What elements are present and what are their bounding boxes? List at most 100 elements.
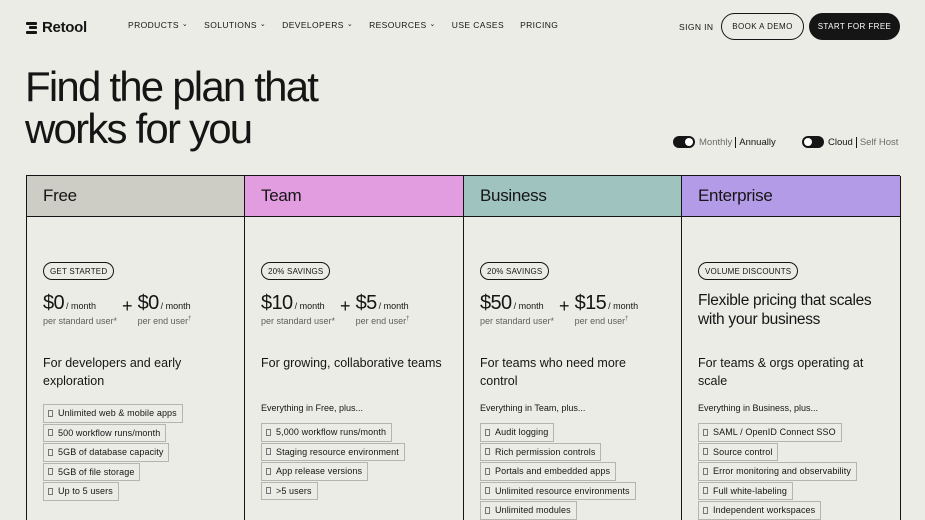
feature-icon (703, 448, 708, 456)
plan-description: For developers and early exploration (43, 356, 182, 388)
plan-name: Business (480, 186, 547, 205)
feature-text: 5,000 workflow runs/month (276, 427, 387, 438)
feature-text: Unlimited web & mobile apps (58, 408, 177, 419)
nav-pricing[interactable]: PRICING (520, 20, 558, 30)
feature-icon (266, 448, 271, 456)
plan-badge: GET STARTED (43, 262, 115, 280)
feature-icon (485, 467, 490, 475)
plan-enterprise: Enterprise VOLUME DISCOUNTS Flexible pri… (682, 176, 901, 520)
billing-annually-option[interactable]: Annually (739, 137, 775, 148)
plan-name: Free (43, 186, 77, 205)
price-unit: per end user† (138, 316, 192, 326)
plan-name: Enterprise (698, 186, 773, 205)
feature-list: Audit logging Rich permission controls P… (480, 423, 636, 520)
price-unit-text: per end user (355, 316, 407, 326)
start-free-button[interactable]: START FOR FREE (809, 13, 900, 40)
nav-developers-label: DEVELOPERS (282, 20, 344, 30)
nav-solutions[interactable]: SOLUTIONS ⌄ (204, 20, 266, 30)
feature-icon (703, 487, 708, 495)
nav-solutions-label: SOLUTIONS (204, 20, 257, 30)
feature-icon (485, 428, 490, 436)
feature-icon (266, 467, 271, 475)
plus-icon: + (559, 296, 570, 316)
price-unit: per standard user* (261, 316, 336, 326)
feature-text: Unlimited resource environments (495, 485, 630, 496)
price-standard: $0/ month per standard user* (43, 292, 117, 326)
price-standard: $10/ month per standard user* (261, 292, 335, 326)
hosting-toggle[interactable]: Cloud Self Host (802, 136, 898, 148)
feature-text: Full white-labeling (713, 485, 787, 496)
feature-text: SAML / OpenID Connect SSO (713, 427, 836, 438)
plan-includes: Everything in Team, plus... (480, 403, 586, 413)
billing-monthly-option[interactable]: Monthly (699, 137, 732, 148)
nav-developers[interactable]: DEVELOPERS ⌄ (282, 20, 353, 30)
feature-item: >5 users (261, 481, 318, 500)
retool-logo[interactable]: Retool (26, 19, 87, 36)
feature-item: Audit logging (480, 423, 555, 442)
book-demo-button[interactable]: BOOK A DEMO (721, 13, 804, 40)
hosting-cloud-option[interactable]: Cloud (828, 137, 853, 148)
feature-text: Portals and embedded apps (495, 466, 611, 477)
nav-use-cases[interactable]: USE CASES (452, 20, 504, 30)
sign-in-link[interactable]: SIGN IN (679, 22, 713, 32)
feature-text: Audit logging (495, 427, 549, 438)
price-amount: $50 (480, 292, 512, 314)
plan-free-header: Free (27, 176, 244, 217)
feature-item: Staging resource environment (261, 442, 405, 461)
feature-item: 5GB of database capacity (43, 443, 170, 462)
plan-badge: VOLUME DISCOUNTS (698, 262, 799, 280)
feature-text: Up to 5 users (58, 486, 113, 497)
main-nav: PRODUCTS ⌄ SOLUTIONS ⌄ DEVELOPERS ⌄ RESOURC… (128, 20, 558, 30)
feature-icon (48, 429, 53, 437)
hosting-self-host-option[interactable]: Self Host (860, 137, 899, 148)
feature-icon (485, 506, 490, 514)
feature-text: >5 users (276, 485, 312, 496)
price-amount: $0 (43, 292, 65, 314)
plan-business-header: Business (464, 176, 681, 217)
feature-icon (485, 487, 490, 495)
enterprise-headline: Flexible pricing that scales with your b… (698, 292, 872, 328)
price-unit-text: per end user (574, 316, 626, 326)
page-title: Find the plan that works for you (25, 66, 319, 150)
plan-business: Business 20% SAVINGS $50/ month per stan… (464, 176, 682, 520)
feature-text: 5GB of file storage (58, 466, 135, 477)
price-period: / month (378, 301, 409, 311)
footnote-mark: † (625, 316, 629, 322)
plan-free: Free GET STARTED $0/ month per standard … (27, 176, 245, 520)
price-standard: $50/ month per standard user* (480, 292, 554, 326)
price-period: / month (294, 301, 325, 311)
plan-includes: Everything in Free, plus... (261, 403, 364, 413)
price-unit-text: per end user (137, 316, 189, 326)
hosting-switch[interactable] (802, 136, 824, 148)
feature-text: Independent workspaces (713, 505, 816, 516)
retool-logo-icon (26, 21, 37, 34)
billing-toggle[interactable]: Monthly Annually (673, 136, 776, 148)
feature-icon (266, 487, 271, 495)
divider (735, 136, 737, 148)
feature-item: App release versions (261, 462, 369, 481)
nav-use-cases-label: USE CASES (451, 20, 505, 30)
plan-badge: 20% SAVINGS (261, 262, 331, 280)
billing-switch[interactable] (673, 136, 695, 148)
chevron-down-icon: ⌄ (181, 21, 189, 28)
feature-item: Unlimited web & mobile apps (43, 404, 183, 423)
nav-resources[interactable]: RESOURCES ⌄ (369, 20, 436, 30)
feature-text: Error monitoring and observability (713, 466, 851, 477)
plan-badge: 20% SAVINGS (480, 262, 550, 280)
feature-item: Portals and embedded apps (480, 462, 617, 481)
feature-item: Source control (698, 442, 779, 461)
feature-icon (48, 468, 53, 476)
plan-description: For teams who need more control (480, 356, 626, 388)
price-unit: per standard user* (43, 316, 118, 326)
chevron-down-icon: ⌄ (346, 21, 354, 28)
price-period: / month (608, 301, 639, 311)
feature-item: Independent workspaces (698, 501, 822, 520)
plan-description: For growing, collaborative teams (261, 356, 442, 370)
nav-products[interactable]: PRODUCTS ⌄ (128, 20, 188, 30)
feature-icon (48, 487, 53, 495)
plan-team: Team 20% SAVINGS $10/ month per standard… (245, 176, 464, 520)
feature-item: Up to 5 users (43, 482, 119, 501)
feature-item: 5GB of file storage (43, 462, 141, 481)
plan-prices: $10/ month per standard user* + $5/ mont… (261, 292, 409, 326)
logo-text: Retool (42, 19, 87, 36)
